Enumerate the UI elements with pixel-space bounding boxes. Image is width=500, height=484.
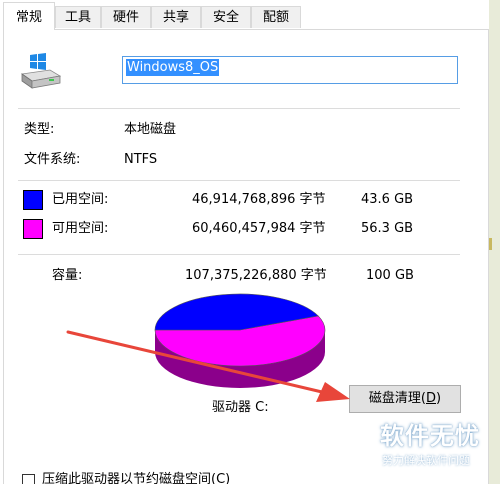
free-space-label: 可用空间: — [52, 221, 109, 236]
free-space-bytes: 60,460,457,984 字节 — [192, 221, 326, 236]
drive-name-input[interactable]: Windows8_OS — [122, 56, 458, 84]
divider-top — [18, 108, 460, 109]
used-space-label: 已用空间: — [52, 192, 109, 207]
capacity-label: 容量: — [52, 268, 83, 283]
type-value: 本地磁盘 — [124, 122, 177, 137]
background-window-edge — [489, 0, 500, 484]
drive-name-text: Windows8_OS — [126, 59, 220, 76]
annotation-arrow — [66, 330, 350, 402]
used-space-bytes: 46,914,768,896 字节 — [192, 192, 326, 207]
tab-general[interactable]: 常规 — [3, 2, 55, 30]
divider-capacity — [18, 254, 460, 255]
watermark: 软件无忧 努力解决软件问题 — [372, 418, 490, 478]
tab-security[interactable]: 安全 — [201, 6, 251, 28]
background-marker — [489, 238, 492, 250]
disk-cleanup-label: 磁盘清理( — [368, 391, 426, 406]
tab-tools[interactable]: 工具 — [55, 6, 101, 28]
capacity-size: 100 GB — [366, 268, 414, 283]
watermark-title: 软件无忧 — [380, 422, 480, 450]
used-space-swatch — [23, 190, 43, 210]
filesystem-label: 文件系统: — [24, 152, 81, 167]
type-label: 类型: — [24, 122, 55, 137]
compress-checkbox[interactable] — [22, 474, 35, 484]
free-space-swatch — [23, 219, 43, 239]
watermark-subtitle: 努力解决软件问题 — [382, 454, 470, 467]
windows-logo-icon — [30, 53, 46, 70]
tab-hardware[interactable]: 硬件 — [101, 6, 151, 28]
free-space-size: 56.3 GB — [361, 221, 414, 236]
disk-cleanup-label-end: ) — [436, 391, 442, 406]
divider-middle — [18, 180, 460, 181]
tab-quota[interactable]: 配额 — [251, 6, 301, 28]
tab-bar: 常规 工具 硬件 共享 安全 配额 — [0, 0, 500, 30]
tab-sharing[interactable]: 共享 — [151, 6, 201, 28]
compress-checkbox-label: 压缩此驱动器以节约磁盘空间(C) — [42, 472, 231, 484]
disk-cleanup-button[interactable]: 磁盘清理(D) — [349, 385, 461, 413]
hard-drive-icon — [20, 53, 62, 89]
used-space-size: 43.6 GB — [361, 192, 414, 207]
capacity-bytes: 107,375,226,880 字节 — [185, 268, 327, 283]
filesystem-value: NTFS — [124, 152, 158, 167]
drive-properties-window: 常规 工具 硬件 共享 安全 配额 Windows8_OS 类型: 本地磁盘 文… — [0, 0, 500, 484]
disk-cleanup-accelerator: D — [425, 391, 436, 406]
